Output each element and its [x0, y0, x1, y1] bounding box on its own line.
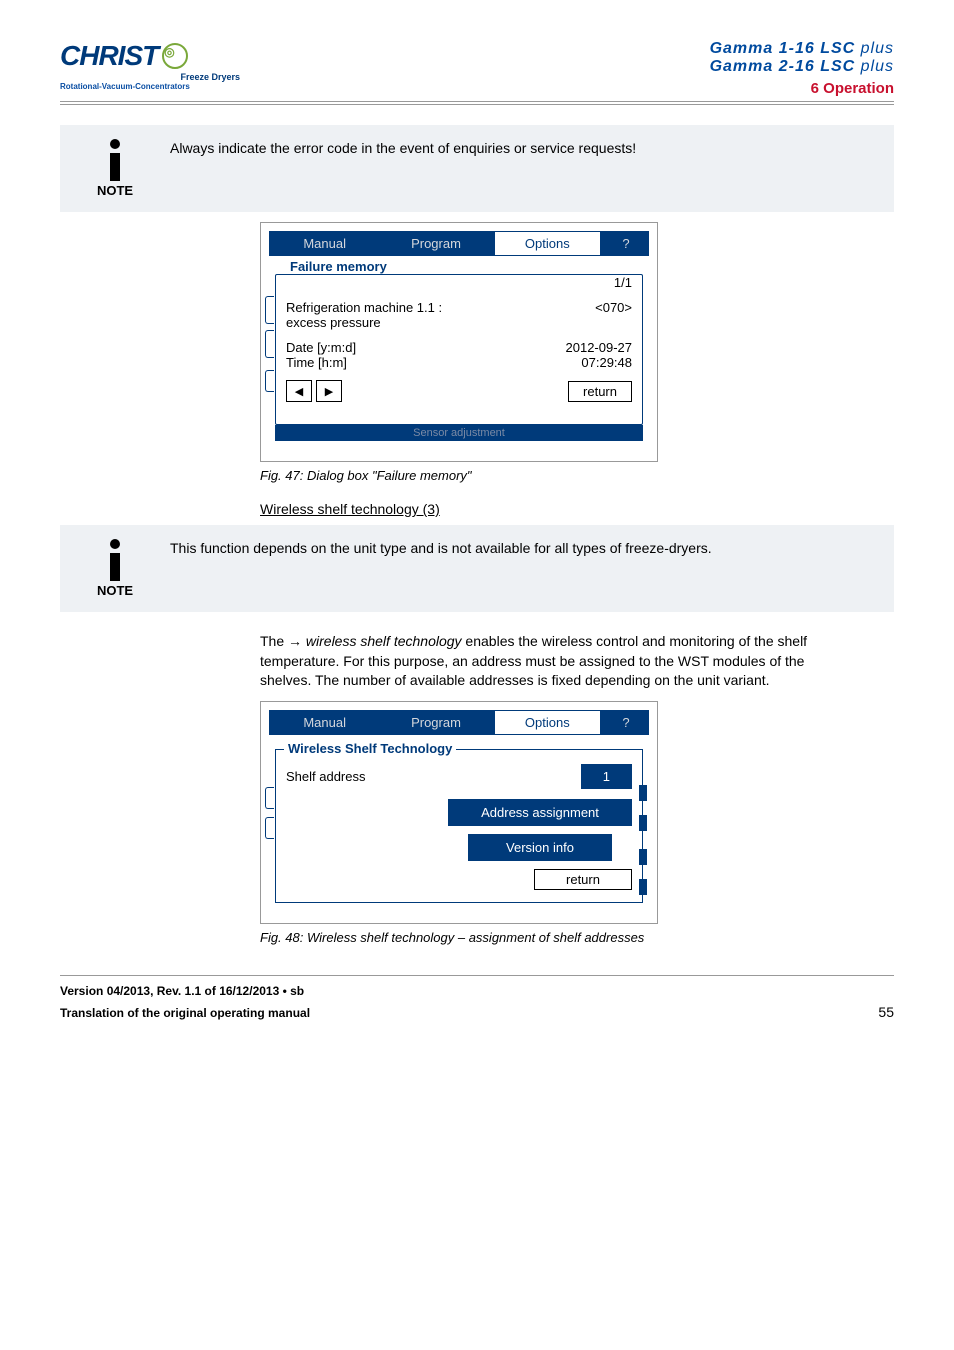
info-icon: NOTE — [80, 139, 150, 198]
shelf-address-value[interactable]: 1 — [581, 764, 632, 789]
prev-button[interactable]: ◀ — [286, 380, 312, 402]
wst-paragraph: The → wireless shelf technology enables … — [260, 632, 854, 691]
logo-sub1: Freeze Dryers — [60, 72, 240, 82]
note-block-2: NOTE This function depends on the unit t… — [60, 525, 894, 612]
note-block-1: NOTE Always indicate the error code in t… — [60, 125, 894, 212]
info-icon: NOTE — [80, 539, 150, 598]
version-info-button[interactable]: Version info — [468, 834, 612, 861]
time-label: Time [h:m] — [286, 355, 347, 370]
tab-program[interactable]: Program — [380, 231, 491, 256]
tab-manual[interactable]: Manual — [269, 231, 380, 256]
return-button[interactable]: return — [534, 869, 632, 890]
tab-manual[interactable]: Manual — [269, 710, 380, 735]
product-2: Gamma 2-16 LSC plus — [710, 58, 894, 76]
fail-msg-2: excess pressure — [286, 315, 381, 330]
logo-sub2: Rotational-Vacuum-Concentrators — [60, 82, 190, 91]
ghost-menu-item: Sensor adjustment — [275, 425, 643, 441]
tab-program[interactable]: Program — [380, 710, 491, 735]
page-number: 55 — [878, 1004, 894, 1020]
note-text-2: This function depends on the unit type a… — [150, 539, 874, 598]
fail-code: <070> — [595, 300, 632, 330]
shelf-address-label: Shelf address — [286, 769, 366, 784]
address-assignment-button[interactable]: Address assignment — [448, 799, 632, 826]
dialog-wst: Manual Program Options ? Wireless Shelf … — [260, 701, 658, 924]
next-button[interactable]: ▶ — [316, 380, 342, 402]
section-title: 6 Operation — [710, 80, 894, 97]
wst-title: Wireless Shelf Technology — [284, 741, 456, 756]
tab-options[interactable]: Options — [492, 231, 603, 256]
dialog-title: Failure memory — [286, 259, 391, 274]
date-label: Date [y:m:d] — [286, 340, 356, 355]
footer-version: Version 04/2013, Rev. 1.1 of 16/12/2013 … — [60, 984, 310, 998]
return-button[interactable]: return — [568, 381, 632, 402]
logo: CHRIST◎ Freeze Dryers Rotational-Vacuum-… — [60, 40, 240, 91]
tab-help[interactable]: ? — [603, 231, 649, 256]
time-value: 07:29:48 — [581, 355, 632, 370]
figure-caption-48: Fig. 48: Wireless shelf technology – ass… — [260, 930, 894, 945]
subheading-wst: Wireless shelf technology (3) — [260, 501, 894, 517]
figure-caption-47: Fig. 47: Dialog box "Failure memory" — [260, 468, 894, 483]
fail-msg-1: Refrigeration machine 1.1 : — [286, 300, 442, 315]
product-1: Gamma 1-16 LSC plus — [710, 40, 894, 58]
tab-options[interactable]: Options — [492, 710, 603, 735]
tab-help[interactable]: ? — [603, 710, 649, 735]
footer-translation: Translation of the original operating ma… — [60, 1006, 310, 1020]
note-text-1: Always indicate the error code in the ev… — [150, 139, 874, 198]
page-count: 1/1 — [614, 275, 632, 290]
date-value: 2012-09-27 — [566, 340, 633, 355]
swirl-icon: ◎ — [162, 43, 188, 69]
dialog-failure-memory: Manual Program Options ? Failure memory 1… — [260, 222, 658, 462]
